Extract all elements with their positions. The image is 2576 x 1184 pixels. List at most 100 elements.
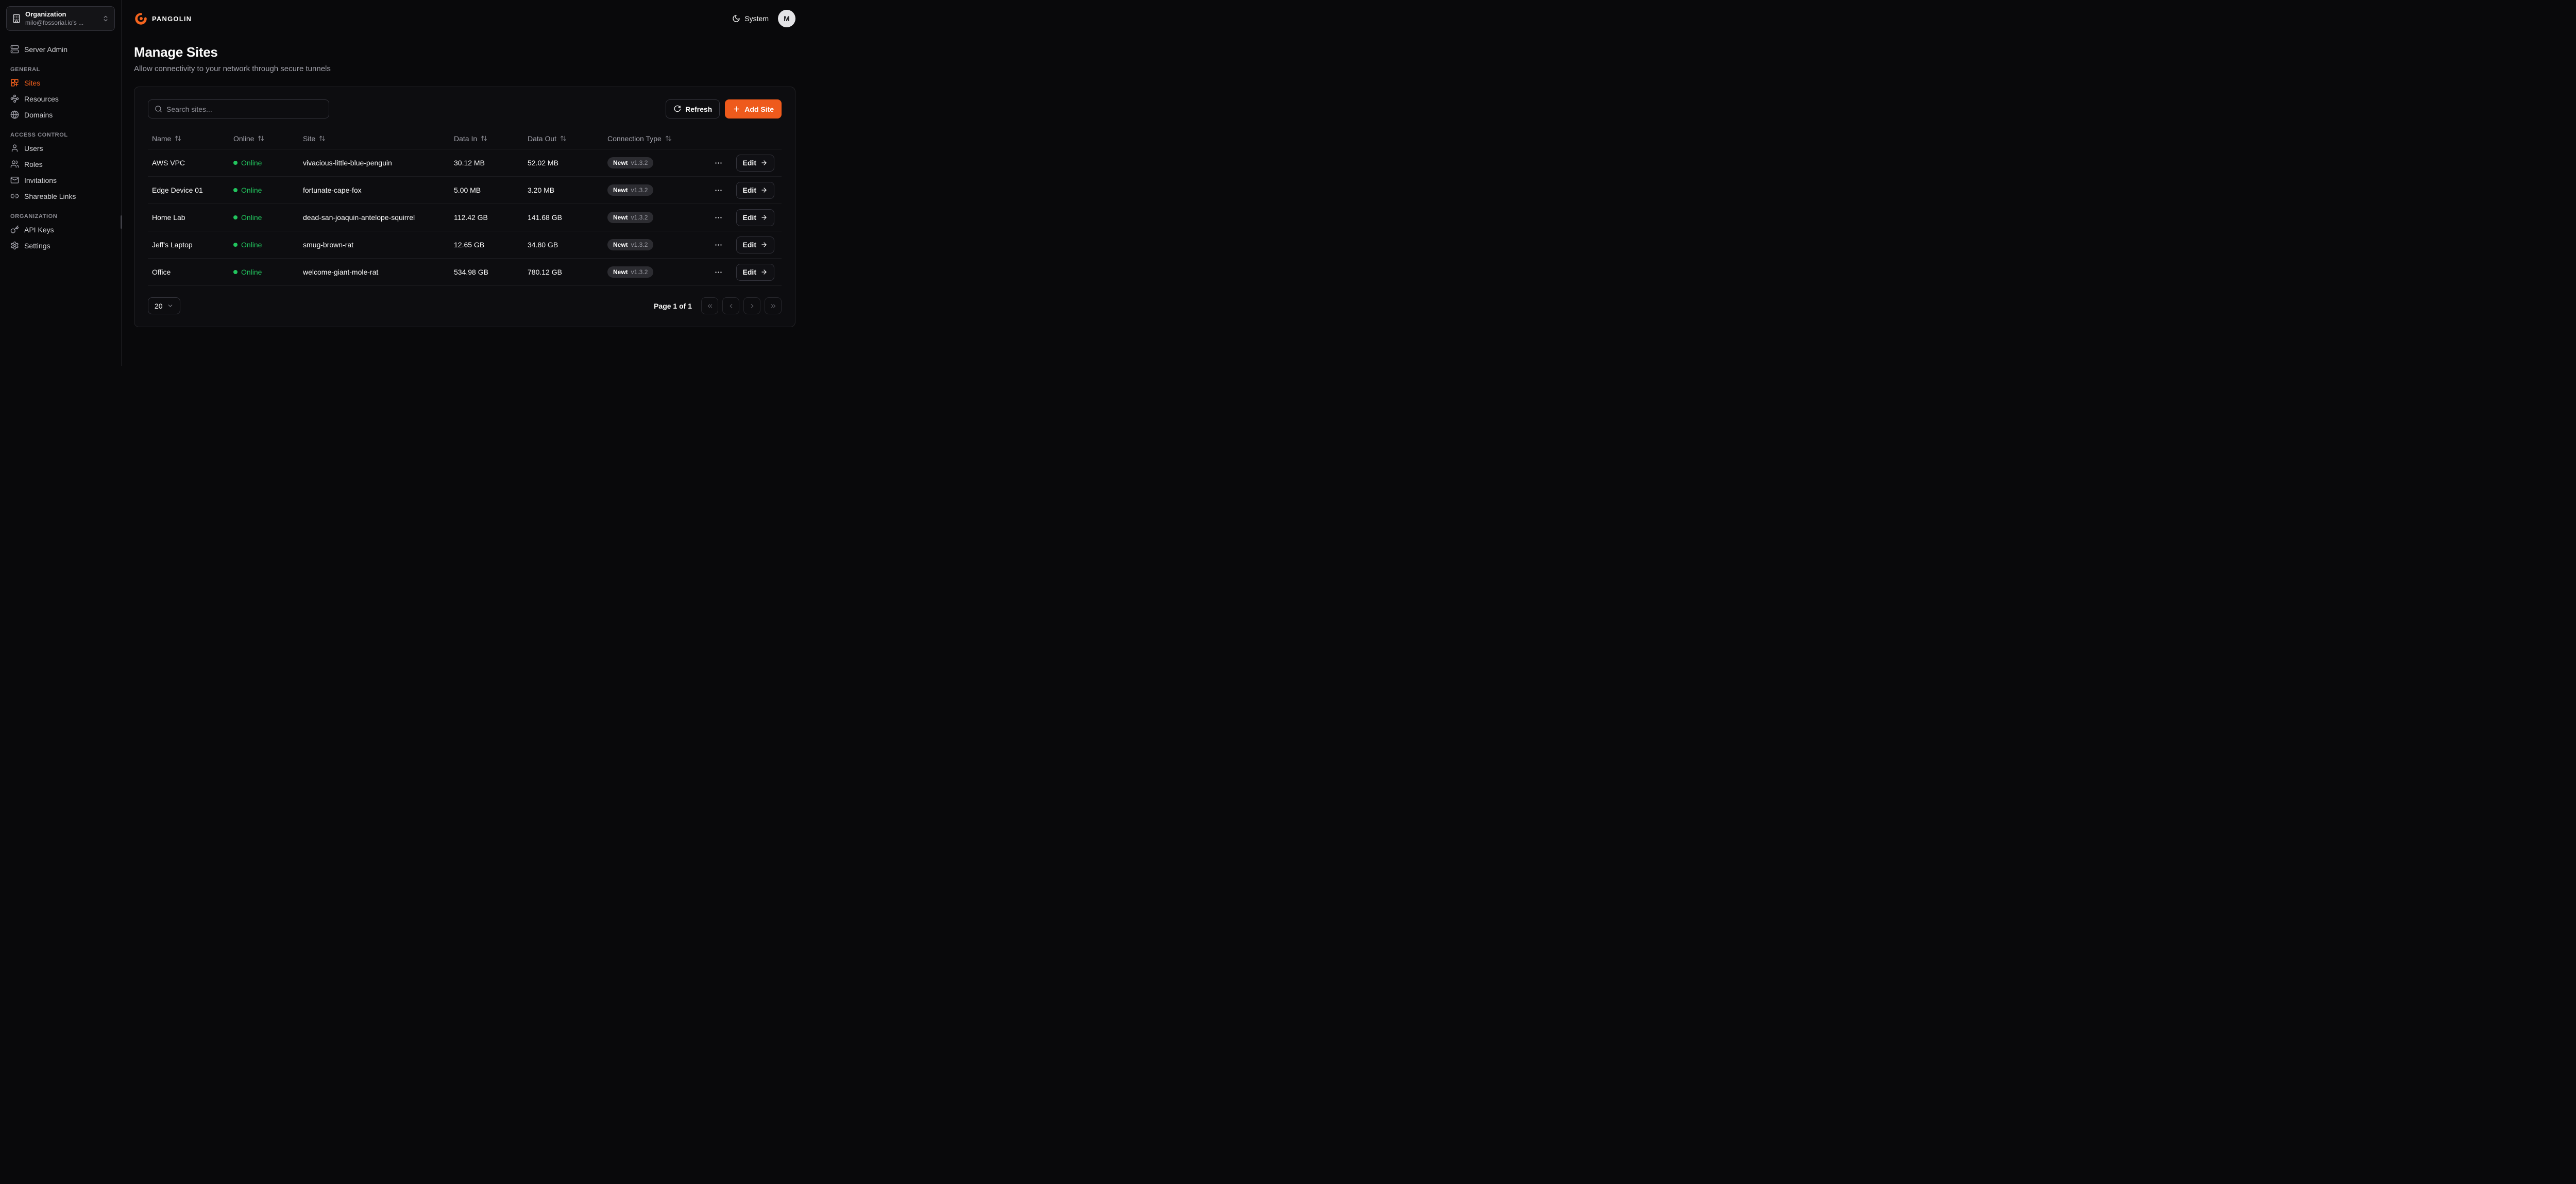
page-title: Manage Sites <box>134 44 795 60</box>
arrow-right-icon <box>760 159 768 166</box>
users-icon <box>10 160 19 168</box>
server-icon <box>10 45 19 54</box>
edit-button[interactable]: Edit <box>736 209 774 226</box>
search-icon <box>155 105 162 113</box>
status-badge: Online <box>233 186 303 194</box>
table-row: Jeff's Laptop Online smug-brown-rat 12.6… <box>148 231 782 259</box>
refresh-button[interactable]: Refresh <box>666 99 720 119</box>
table-row: Edge Device 01 Online fortunate-cape-fox… <box>148 177 782 204</box>
data-in: 112.42 GB <box>454 213 528 222</box>
sidebar-item-users[interactable]: Users <box>6 140 115 156</box>
pangolin-logo-icon <box>134 12 148 26</box>
site-name: Edge Device 01 <box>152 186 233 194</box>
org-picker-title: Organization <box>25 10 98 19</box>
refresh-icon <box>673 105 681 113</box>
online-dot-icon <box>233 243 238 247</box>
row-menu-button[interactable] <box>712 157 725 170</box>
connection-type-badge: Newtv1.3.2 <box>607 184 653 196</box>
first-page-button[interactable] <box>701 297 718 314</box>
search-input[interactable] <box>166 105 323 113</box>
link-icon <box>10 192 19 200</box>
site-name: Office <box>152 268 233 276</box>
app-window: Organization milo@fossorial.io's ... Ser… <box>0 0 808 366</box>
next-page-button[interactable] <box>743 297 760 314</box>
connection-type-badge: Newtv1.3.2 <box>607 157 653 168</box>
chevrons-right-icon <box>770 302 777 310</box>
site-name: Jeff's Laptop <box>152 241 233 249</box>
site-name: Home Lab <box>152 213 233 222</box>
sidebar-item-label: Resources <box>24 95 59 103</box>
online-dot-icon <box>233 161 238 165</box>
main-area: PANGOLIN System M Manage Sites Allow con… <box>122 0 808 366</box>
column-header-connection-type[interactable]: Connection Type <box>607 134 777 143</box>
chevron-right-icon <box>749 302 756 310</box>
page-size-select[interactable]: 20 <box>148 297 180 314</box>
arrow-right-icon <box>760 241 768 248</box>
sort-icon <box>258 135 264 142</box>
edit-button[interactable]: Edit <box>736 182 774 199</box>
sidebar-item-shareable-links[interactable]: Shareable Links <box>6 188 115 204</box>
column-header-online[interactable]: Online <box>233 134 303 143</box>
arrow-right-icon <box>760 214 768 221</box>
avatar[interactable]: M <box>778 10 795 27</box>
data-out: 3.20 MB <box>528 186 607 194</box>
site-slug: smug-brown-rat <box>303 241 454 249</box>
edit-button[interactable]: Edit <box>736 236 774 253</box>
sites-card: Refresh Add Site Name Onl <box>134 87 795 327</box>
theme-label: System <box>744 14 769 23</box>
arrow-right-icon <box>760 187 768 194</box>
theme-toggle[interactable]: System <box>732 14 769 23</box>
sidebar-item-server-admin[interactable]: Server Admin <box>6 41 115 57</box>
sidebar-item-sites[interactable]: Sites <box>6 75 115 91</box>
site-slug: vivacious-little-blue-penguin <box>303 159 454 167</box>
sidebar-item-label: Domains <box>24 111 53 119</box>
sidebar-item-label: Sites <box>24 79 40 87</box>
column-header-data-out[interactable]: Data Out <box>528 134 607 143</box>
globe-icon <box>10 110 19 119</box>
waypoints-icon <box>10 94 19 103</box>
data-in: 534.98 GB <box>454 268 528 276</box>
prev-page-button[interactable] <box>722 297 739 314</box>
status-badge: Online <box>233 213 303 222</box>
edit-button[interactable]: Edit <box>736 264 774 281</box>
online-dot-icon <box>233 215 238 219</box>
sidebar-item-api-keys[interactable]: API Keys <box>6 222 115 238</box>
site-slug: dead-san-joaquin-antelope-squirrel <box>303 213 454 222</box>
add-site-button[interactable]: Add Site <box>725 99 782 119</box>
sidebar-item-roles[interactable]: Roles <box>6 156 115 172</box>
data-out: 34.80 GB <box>528 241 607 249</box>
sidebar: Organization milo@fossorial.io's ... Ser… <box>0 0 122 366</box>
row-menu-button[interactable] <box>712 239 725 251</box>
row-menu-button[interactable] <box>712 211 725 224</box>
sidebar-item-label: Roles <box>24 160 43 168</box>
sidebar-section-access-control: ACCESS CONTROL <box>10 132 111 138</box>
data-out: 780.12 GB <box>528 268 607 276</box>
chevron-down-icon <box>167 302 174 309</box>
sidebar-item-invitations[interactable]: Invitations <box>6 172 115 188</box>
page-subtitle: Allow connectivity to your network throu… <box>134 64 795 73</box>
table-header: Name Online Site Data In Data Out <box>148 128 782 149</box>
row-menu-button[interactable] <box>712 184 725 197</box>
sidebar-item-domains[interactable]: Domains <box>6 107 115 123</box>
org-picker-subtitle: milo@fossorial.io's ... <box>25 19 98 27</box>
table-row: Home Lab Online dead-san-joaquin-antelop… <box>148 204 782 231</box>
column-header-data-in[interactable]: Data In <box>454 134 528 143</box>
user-icon <box>10 144 19 153</box>
sidebar-scrollbar[interactable] <box>121 215 122 229</box>
sidebar-item-label: API Keys <box>24 226 54 234</box>
key-icon <box>10 225 19 234</box>
last-page-button[interactable] <box>765 297 782 314</box>
edit-button[interactable]: Edit <box>736 155 774 172</box>
org-picker[interactable]: Organization milo@fossorial.io's ... <box>6 6 115 31</box>
search-box <box>148 99 329 119</box>
column-header-site[interactable]: Site <box>303 134 454 143</box>
online-dot-icon <box>233 270 238 274</box>
table-row: AWS VPC Online vivacious-little-blue-pen… <box>148 149 782 177</box>
row-menu-button[interactable] <box>712 266 725 279</box>
sidebar-item-settings[interactable]: Settings <box>6 238 115 253</box>
column-header-name[interactable]: Name <box>152 134 233 143</box>
status-badge: Online <box>233 241 303 249</box>
site-slug: fortunate-cape-fox <box>303 186 454 194</box>
sort-icon <box>319 135 326 142</box>
sidebar-item-resources[interactable]: Resources <box>6 91 115 107</box>
